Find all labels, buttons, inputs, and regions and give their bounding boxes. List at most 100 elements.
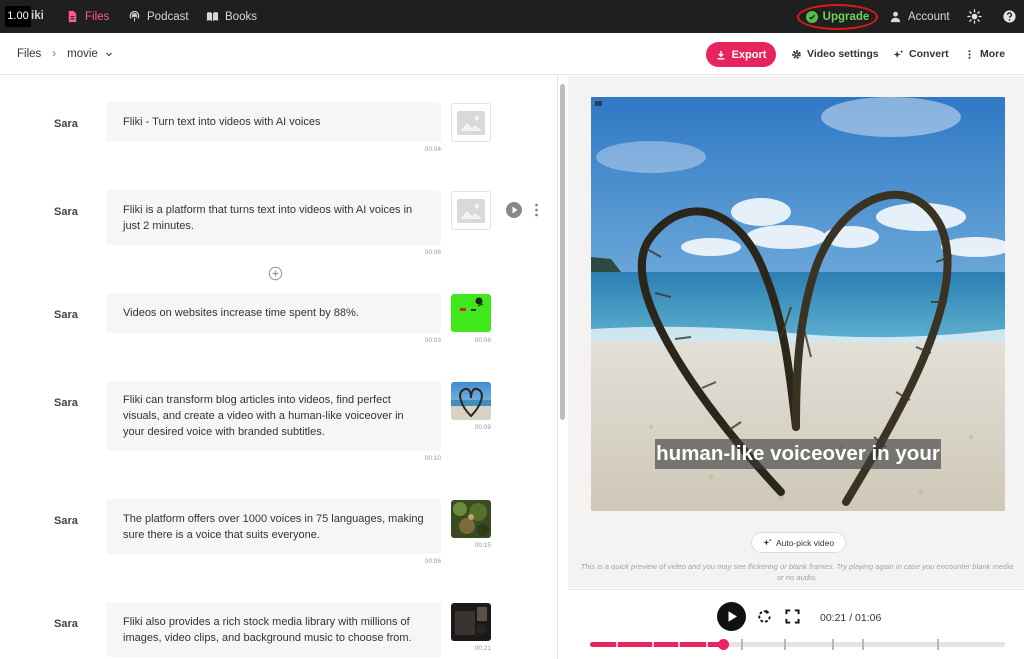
play-button[interactable] [717, 602, 746, 631]
player-controls [568, 589, 1024, 659]
convert-label: Convert [909, 48, 949, 60]
video-settings-button[interactable]: Video settings [791, 33, 879, 75]
speaker-label[interactable]: Sara [54, 515, 78, 527]
chevron-down-icon[interactable] [104, 49, 114, 59]
media-thumbnail-placeholder[interactable] [451, 103, 491, 142]
play-block-button[interactable] [506, 202, 522, 218]
user-icon [890, 11, 901, 23]
help-icon[interactable] [1002, 9, 1017, 24]
speaker-label[interactable]: Sara [54, 397, 78, 409]
brand-logo-text[interactable]: iki [31, 10, 44, 22]
breadcrumb-current-file[interactable]: movie [67, 48, 98, 60]
sparkle-icon [893, 49, 904, 58]
script-text-block[interactable]: The platform offers over 1000 voices in … [106, 499, 441, 554]
panel-divider [557, 76, 558, 659]
speaker-label[interactable]: Sara [54, 309, 78, 321]
scene-marker [937, 639, 939, 650]
speaker-label[interactable]: Sara [54, 618, 78, 630]
script-text: Fliki - Turn text into videos with AI vo… [123, 116, 321, 128]
auto-pick-video-button[interactable]: Auto-pick video [751, 532, 846, 553]
nav-item-books-label: Books [225, 10, 257, 23]
export-button[interactable]: Export [706, 42, 776, 67]
script-text: Videos on websites increase time spent b… [123, 307, 359, 319]
account-label: Account [908, 10, 950, 23]
block-duration: 00:06 [424, 558, 441, 565]
media-duration: 00:15 [474, 542, 491, 549]
scene-marker [862, 639, 864, 650]
media-thumbnail-dark[interactable] [451, 603, 491, 641]
subtitle-caption: human-like voiceover in your [655, 439, 941, 469]
script-text-block[interactable]: Fliki is a platform that turns text into… [106, 190, 441, 245]
script-editor-panel [0, 76, 557, 659]
editor-toolbar: Files › movie Export Video settings Conv… [0, 33, 1024, 75]
media-thumbnail-green-screen[interactable] [451, 294, 491, 332]
breadcrumb: Files › movie [17, 33, 114, 75]
more-label: More [980, 48, 1006, 60]
more-menu-button[interactable]: More [964, 33, 1005, 75]
script-text-block[interactable]: Videos on websites increase time spent b… [106, 293, 441, 333]
image-placeholder-icon [457, 198, 485, 223]
scene-marker [652, 639, 654, 650]
podcast-icon [129, 10, 140, 22]
account-button[interactable]: Account [889, 0, 950, 33]
breadcrumb-files-link[interactable]: Files [17, 48, 41, 60]
block-duration: 00:06 [424, 249, 441, 256]
scene-marker [784, 639, 786, 650]
block-duration: 00:04 [424, 146, 441, 153]
script-text: The platform offers over 1000 voices in … [123, 512, 424, 541]
media-thumbnail-placeholder[interactable] [451, 191, 491, 230]
block-menu-icon[interactable] [535, 203, 538, 217]
nav-item-podcast-label: Podcast [147, 10, 189, 23]
breadcrumb-separator: › [52, 48, 57, 60]
scene-marker [706, 639, 708, 650]
nav-item-files[interactable]: Files [66, 0, 109, 33]
auto-pick-label: Auto-pick video [775, 537, 835, 548]
add-block-icon[interactable] [268, 266, 283, 281]
preview-notice: This is a quick preview of video and you… [580, 562, 1014, 582]
export-label: Export [731, 48, 767, 61]
play-icon [728, 611, 737, 622]
media-thumbnail-beach-heart[interactable] [451, 382, 491, 420]
media-thumbnail-forest[interactable] [451, 500, 491, 538]
sparkle-icon [763, 538, 772, 546]
convert-button[interactable]: Convert [893, 33, 949, 75]
scene-marker [616, 639, 618, 650]
gear-icon [792, 49, 801, 59]
upgrade-label: Upgrade [822, 11, 870, 23]
scene-marker [832, 639, 834, 650]
script-text-block[interactable]: Fliki - Turn text into videos with AI vo… [106, 102, 441, 142]
seek-bar-handle[interactable] [717, 639, 729, 650]
block-duration: 00:10 [424, 455, 441, 462]
script-text-block[interactable]: Fliki also provides a rich stock media l… [106, 602, 441, 657]
script-text: Fliki also provides a rich stock media l… [123, 615, 412, 644]
script-scrollbar[interactable] [560, 84, 565, 420]
media-duration: 00:09 [474, 424, 491, 431]
nav-item-books[interactable]: Books [206, 0, 257, 33]
nav-item-podcast[interactable]: Podcast [128, 0, 189, 33]
speaker-label[interactable]: Sara [54, 206, 78, 218]
image-placeholder-icon [457, 110, 485, 135]
video-settings-label: Video settings [807, 48, 879, 60]
media-duration: 00:06 [474, 337, 491, 344]
script-text: Fliki can transform blog articles into v… [123, 394, 404, 438]
media-duration: 00:21 [474, 645, 491, 652]
check-badge-icon [805, 11, 818, 23]
block-duration: 00:03 [424, 337, 441, 344]
zoom-level-badge: 1.00 [5, 6, 31, 27]
time-display: 00:21 / 01:06 [820, 612, 882, 624]
book-icon [206, 12, 219, 22]
speaker-label[interactable]: Sara [54, 118, 78, 130]
theme-toggle-sun-icon[interactable] [967, 9, 982, 24]
script-text: Fliki is a platform that turns text into… [123, 203, 413, 232]
nav-item-files-label: Files [85, 10, 110, 23]
scene-marker [678, 639, 680, 650]
seek-bar[interactable] [590, 639, 1005, 650]
seek-bar-progress [590, 642, 723, 647]
script-text-block[interactable]: Fliki can transform blog articles into v… [106, 381, 441, 451]
more-vertical-icon [968, 49, 971, 59]
play-icon [512, 206, 518, 214]
upgrade-button[interactable]: Upgrade [797, 4, 878, 30]
file-icon [68, 10, 77, 23]
replay-icon[interactable] [755, 607, 774, 626]
fullscreen-icon[interactable] [785, 609, 800, 624]
